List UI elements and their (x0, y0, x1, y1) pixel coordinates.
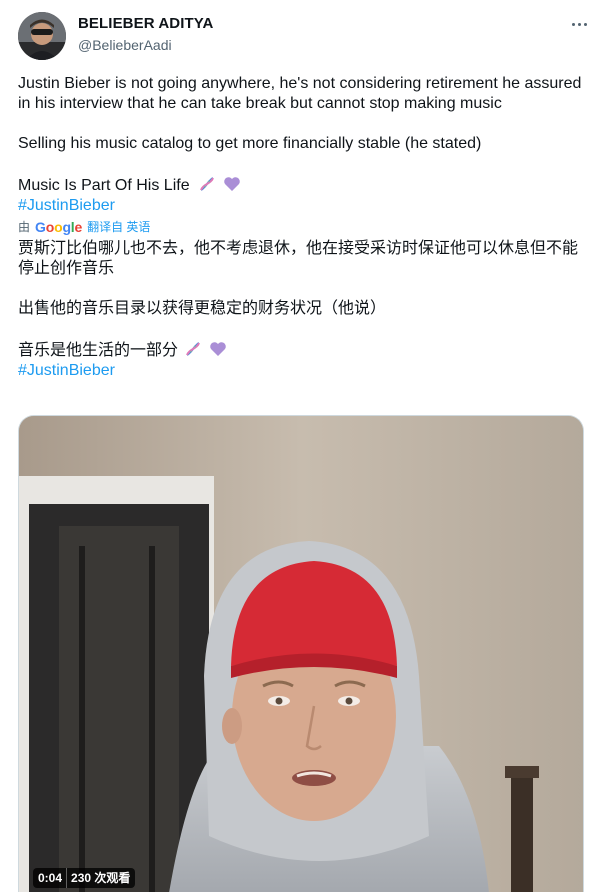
video-views: 230 次观看 (71, 871, 131, 885)
tweet-header: BELIEBER ADITYA @BelieberAadi (18, 12, 593, 60)
translated-paragraph-2: 出售他的音乐目录以获得更稳定的财务状况（他说） (18, 300, 387, 317)
translation-bar: 由 Google 翻译自 英语 (18, 217, 593, 237)
video-frame (19, 416, 583, 892)
tweet-paragraph-3-line: Music Is Part Of His Life (18, 174, 593, 196)
translated-paragraph-3-line: 音乐是他生活的一部分 (18, 339, 593, 361)
translated-paragraph-3: 音乐是他生活的一部分 (18, 342, 179, 359)
avatar[interactable] (18, 12, 66, 60)
purple-heart-emoji-icon (223, 177, 240, 191)
display-name[interactable]: BELIEBER ADITYA (78, 14, 213, 34)
tweet-paragraph-1: Justin Bieber is not going anywhere, he'… (18, 75, 586, 112)
translated-from-link[interactable]: 翻译自 英语 (87, 218, 150, 236)
translated-paragraph-1: 贾斯汀比伯哪儿也不去，他不考虑退休，他在接受采访时保证他可以休息但不能停止创作音… (18, 240, 579, 277)
tweet-paragraph-3: Music Is Part Of His Life (18, 177, 190, 194)
google-logo: Google (35, 219, 83, 235)
hashtag-link[interactable]: #JustinBieber (18, 196, 593, 216)
dna-emoji-icon (186, 342, 201, 356)
translated-hashtag-link[interactable]: #JustinBieber (18, 361, 593, 381)
translation-by: 由 (18, 220, 31, 234)
video-duration: 0:04 (38, 871, 63, 885)
tweet-paragraph-2: Selling his music catalog to get more fi… (18, 135, 482, 152)
purple-heart-emoji-icon (210, 342, 226, 356)
dna-emoji-icon (200, 177, 214, 191)
video-status-pill: 0:04 230 次观看 (33, 868, 136, 888)
more-dots-icon[interactable] (567, 14, 591, 34)
tweet-text: Justin Bieber is not going anywhere, he'… (18, 74, 593, 381)
author-names: BELIEBER ADITYA @BelieberAadi (78, 14, 213, 55)
translated-text: 贾斯汀比伯哪儿也不去，他不考虑退休，他在接受采访时保证他可以休息但不能停止创作音… (18, 239, 593, 381)
video-player[interactable]: 0:04 230 次观看 (18, 415, 584, 892)
tweet: BELIEBER ADITYA @BelieberAadi Justin Bie… (0, 0, 611, 892)
handle[interactable]: @BelieberAadi (78, 35, 213, 55)
